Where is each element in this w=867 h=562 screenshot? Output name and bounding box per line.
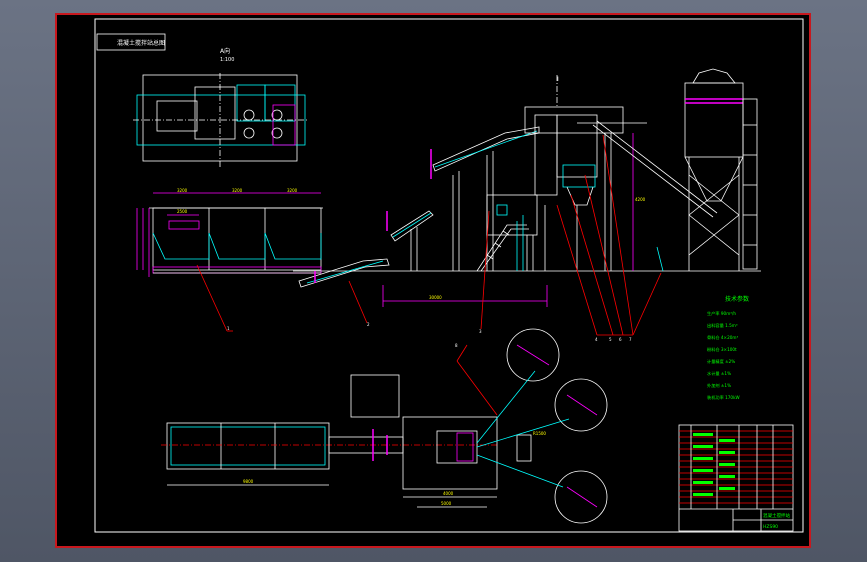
dim-silo-radius: R1500 [533,431,546,436]
title-block-drawing-name: 混凝土搅拌站 [763,512,790,519]
note-3: 骨料仓 4×20m³ [707,334,738,341]
dim-left-part-1: 3200 [177,188,188,193]
section-scale: 1:100 [220,57,234,63]
balloon-8: 8 [455,343,458,348]
balloon-1: 1 [227,326,230,331]
top-mark: I [557,76,559,83]
mixing-plant-tower [476,75,634,272]
balloon-3: 3 [479,329,482,334]
balloon-7: 7 [629,337,632,342]
balloon-labels: 1 2 3 4 5 6 7 8 [227,322,632,348]
plan-view-bottom [161,328,608,524]
cad-viewport: 混凝土搅拌站总图 A向 1:100 3200 3200 3200 2500 30… [0,0,867,562]
title-box-text: 混凝土搅拌站总图 [117,39,165,47]
conveyor-belts [298,126,548,307]
dim-conveyor-span: 30000 [429,295,442,300]
balloon-4: 4 [595,337,598,342]
note-8: 装机功率 170kW [707,394,740,401]
notes-title: 技术参数 [725,295,749,303]
note-4: 粉料仓 3×100t [707,346,737,353]
technical-notes: 技术参数 生产率 90m³/h 出料容量 1.5m³ 骨料仓 4×20m³ 粉料… [707,295,749,401]
dim-left-part-2: 3200 [232,188,243,193]
cad-drawing: 混凝土搅拌站总图 A向 1:100 3200 3200 3200 2500 30… [94,18,804,533]
dim-lower-1: 9800 [243,479,254,484]
dim-left-part-3: 3200 [287,188,298,193]
drawing-sheet: 混凝土搅拌站总图 A向 1:100 3200 3200 3200 2500 30… [55,13,811,548]
note-6: 水计量 ±1% [707,370,731,377]
title-block-text-fill [693,433,735,496]
title-block-drawing-no: HZS90 [763,524,778,530]
note-2: 出料容量 1.5m³ [707,322,738,329]
section-mark: A向 [220,47,230,55]
dim-lower-2: 4000 [443,491,454,496]
balloon-2: 2 [367,322,370,327]
plan-view-a [133,73,307,167]
note-5: 计量精度 ±2% [707,358,735,365]
note-7: 外加剂 ±1% [707,382,731,389]
cement-silo [577,68,758,272]
note-1: 生产率 90m³/h [707,310,736,317]
title-box: 混凝土搅拌站总图 [96,33,166,51]
dim-left-sub: 2500 [177,209,188,214]
balloon-5: 5 [609,337,612,342]
dim-plant-height: 4200 [635,197,646,202]
balloon-6: 6 [619,337,622,342]
aggregate-bins-elevation [136,192,323,277]
dim-lower-3: 5000 [441,501,452,506]
